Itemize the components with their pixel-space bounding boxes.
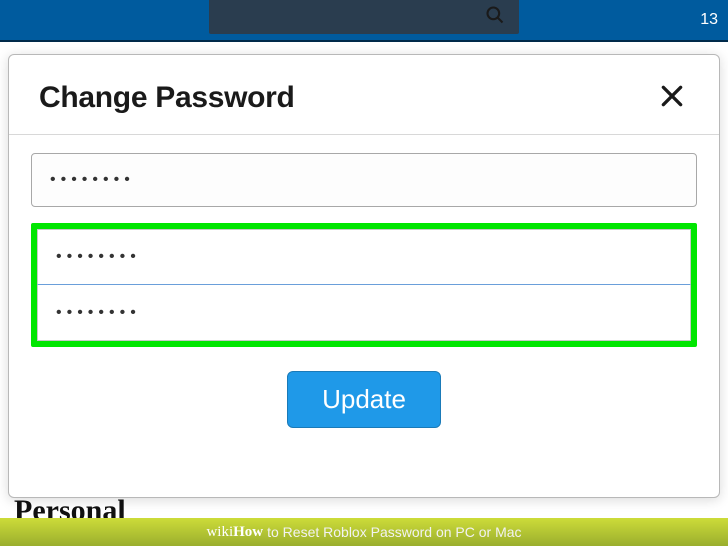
modal-header: Change Password bbox=[9, 55, 719, 135]
confirm-password-field[interactable] bbox=[37, 285, 691, 341]
clock-partial: 13 bbox=[700, 11, 718, 29]
wikihow-caption: wikiHow to Reset Roblox Password on PC o… bbox=[0, 518, 728, 546]
search-icon bbox=[485, 5, 505, 30]
close-icon bbox=[659, 83, 685, 112]
caption-text: to Reset Roblox Password on PC or Mac bbox=[267, 524, 521, 540]
new-password-field[interactable] bbox=[37, 229, 691, 285]
current-password-field[interactable] bbox=[31, 153, 697, 207]
app-header: 13 bbox=[0, 0, 728, 42]
highlighted-password-group bbox=[31, 223, 697, 347]
close-button[interactable] bbox=[655, 79, 689, 116]
modal-body bbox=[9, 135, 719, 357]
wikihow-logo: wikiHow bbox=[206, 524, 263, 541]
search-box[interactable] bbox=[209, 0, 519, 34]
modal-footer: Update bbox=[9, 357, 719, 446]
modal-title: Change Password bbox=[39, 81, 295, 115]
change-password-modal: Change Password Update bbox=[8, 54, 720, 498]
update-button[interactable]: Update bbox=[287, 371, 441, 428]
